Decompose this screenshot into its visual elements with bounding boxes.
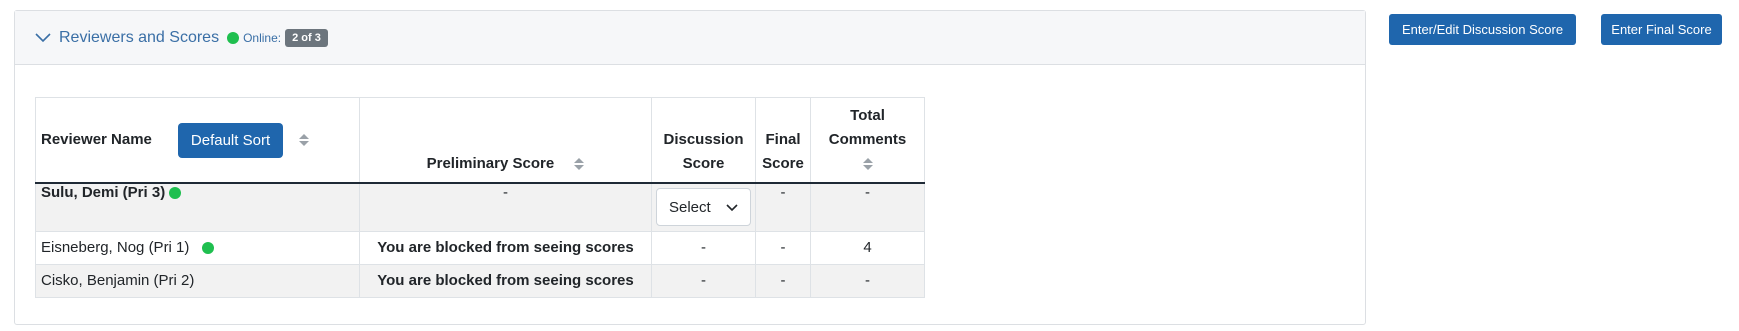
sort-arrows-icon[interactable] [574,158,585,171]
select-value: Select [669,198,711,216]
reviewer-name-cell: Cisko, Benjamin (Pri 2) [35,263,360,298]
online-count-badge: 2 of 3 [285,28,328,47]
discussion-score-cell: Select [651,182,756,232]
enter-final-score-button[interactable]: Enter Final Score [1601,14,1722,45]
header-total-comments[interactable]: Total Comments [810,97,925,184]
header-final-line2: Score [762,155,804,172]
table-row: Eisneberg, Nog (Pri 1) You are blocked f… [35,230,925,265]
reviewer-name-cell: Sulu, Demi (Pri 3) [35,182,360,232]
final-score-cell: - [755,263,811,298]
panel-header[interactable]: Reviewers and Scores Online: 2 of 3 [15,11,1365,65]
header-reviewer-name-label: Reviewer Name [41,131,152,148]
header-discussion-line2: Score [682,155,725,172]
chevron-down-icon[interactable] [35,32,51,44]
total-comments-cell: - [810,263,925,298]
discussion-score-select[interactable]: Select [656,188,751,227]
online-status-icon [169,187,182,200]
header-final-line1: Final [765,131,801,148]
header-total-line1: Total [850,107,885,124]
final-score-cell: - [755,230,811,265]
reviewers-scores-panel: Reviewers and Scores Online: 2 of 3 Revi… [14,10,1366,325]
total-comments-cell: 4 [810,230,925,265]
online-status-icon [201,242,214,255]
reviewers-table: Reviewer Name Default Sort Preliminary S… [35,97,925,298]
header-preliminary-score[interactable]: Preliminary Score [359,97,652,184]
chevron-down-icon [726,199,738,216]
preliminary-score-cell: You are blocked from seeing scores [359,263,652,298]
panel-title[interactable]: Reviewers and Scores [59,29,219,47]
preliminary-score-cell: - [359,182,652,232]
header-preliminary-score-label: Preliminary Score [426,155,555,172]
reviewer-name: Eisneberg, Nog (Pri 1) [41,239,190,256]
sort-arrows-icon[interactable] [299,134,310,146]
discussion-score-cell: - [651,263,756,298]
reviewer-name: Sulu, Demi (Pri 3) [41,184,166,201]
sort-arrows-icon[interactable] [862,158,873,171]
table-header-row: Reviewer Name Default Sort Preliminary S… [35,97,925,184]
total-comments-cell: - [810,182,925,232]
header-final-score: Final Score [755,97,811,184]
enter-edit-discussion-score-button[interactable]: Enter/Edit Discussion Score [1389,14,1576,45]
reviewer-name: Cisko, Benjamin (Pri 2) [41,272,195,289]
header-discussion-line1: Discussion [663,131,744,148]
header-reviewer-name: Reviewer Name Default Sort [35,97,360,184]
header-discussion-score: Discussion Score [651,97,756,184]
reviewer-name-cell: Eisneberg, Nog (Pri 1) [35,230,360,265]
preliminary-score-cell: You are blocked from seeing scores [359,230,652,265]
final-score-cell: - [755,182,811,232]
header-total-line2: Comments [828,131,907,148]
discussion-score-cell: - [651,230,756,265]
table-row: Sulu, Demi (Pri 3) - Select - - [35,182,925,232]
table-row: Cisko, Benjamin (Pri 2) You are blocked … [35,263,925,298]
default-sort-button[interactable]: Default Sort [177,122,284,158]
online-label: Online: [243,30,282,45]
online-status-icon [227,31,240,44]
